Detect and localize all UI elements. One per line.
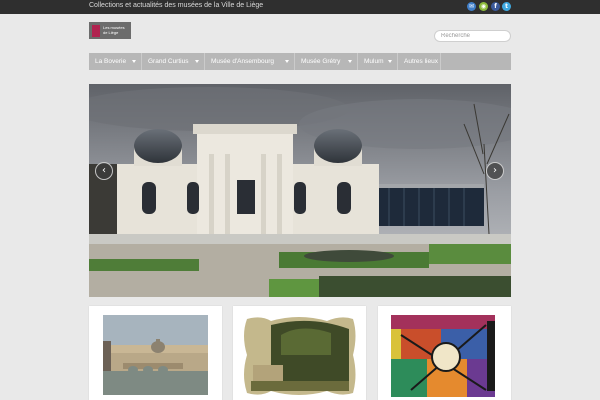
chevron-right-icon: › bbox=[493, 165, 497, 176]
facebook-icon[interactable]: f bbox=[491, 2, 500, 11]
slider-next-button[interactable]: › bbox=[486, 162, 504, 180]
nav-item-musee-ansembourg[interactable]: Musée d'Ansembourg bbox=[205, 53, 295, 70]
slider-prev-button[interactable]: ‹ bbox=[95, 162, 113, 180]
card-landscape-painting[interactable] bbox=[233, 306, 366, 400]
thumbnail-colorful-artwork bbox=[391, 315, 495, 397]
main-nav: La Boverie Grand Curtius Musée d'Ansembo… bbox=[89, 53, 511, 70]
nav-item-label: Grand Curtius bbox=[148, 58, 189, 65]
card-rome-painting[interactable] bbox=[89, 306, 222, 400]
card-colorful-artwork[interactable] bbox=[378, 306, 511, 400]
thumbnail-rome-painting bbox=[103, 315, 208, 395]
caret-down-icon bbox=[132, 60, 136, 63]
caret-down-icon bbox=[285, 60, 289, 63]
nav-item-grand-curtius[interactable]: Grand Curtius bbox=[142, 53, 205, 70]
logo-mark-icon bbox=[92, 24, 100, 37]
site-tagline: Collections et actualités des musées de … bbox=[89, 2, 264, 9]
site-logo[interactable]: Les musées de Liège bbox=[89, 22, 131, 39]
caret-down-icon bbox=[388, 60, 392, 63]
nav-item-label: Mulum bbox=[364, 58, 384, 65]
rss-icon[interactable]: ◉ bbox=[479, 2, 488, 11]
nav-item-label: Autres lieux bbox=[404, 58, 438, 65]
chevron-left-icon: ‹ bbox=[102, 165, 106, 176]
slide-image-la-boverie bbox=[89, 84, 511, 297]
caret-down-icon bbox=[195, 60, 199, 63]
hero-slider: ‹ › bbox=[89, 84, 511, 297]
email-icon[interactable]: ✉ bbox=[467, 2, 476, 11]
nav-item-label: La Boverie bbox=[95, 58, 127, 65]
nav-item-mulum[interactable]: Mulum bbox=[358, 53, 398, 70]
thumbnail-landscape-painting bbox=[244, 317, 356, 395]
nav-item-label: Musée Grétry bbox=[301, 58, 341, 65]
nav-item-musee-gretry[interactable]: Musée Grétry bbox=[295, 53, 358, 70]
search-input[interactable] bbox=[434, 30, 511, 42]
nav-item-label: Musée d'Ansembourg bbox=[211, 58, 275, 65]
caret-down-icon bbox=[348, 60, 352, 63]
nav-item-la-boverie[interactable]: La Boverie bbox=[89, 53, 142, 70]
logo-text: Les musées de Liège bbox=[103, 25, 125, 35]
logo-line-2: de Liège bbox=[103, 29, 119, 35]
nav-item-autres-lieux[interactable]: Autres lieux bbox=[398, 53, 441, 70]
twitter-icon[interactable]: t bbox=[502, 2, 511, 11]
top-bar: Collections et actualités des musées de … bbox=[0, 0, 600, 14]
